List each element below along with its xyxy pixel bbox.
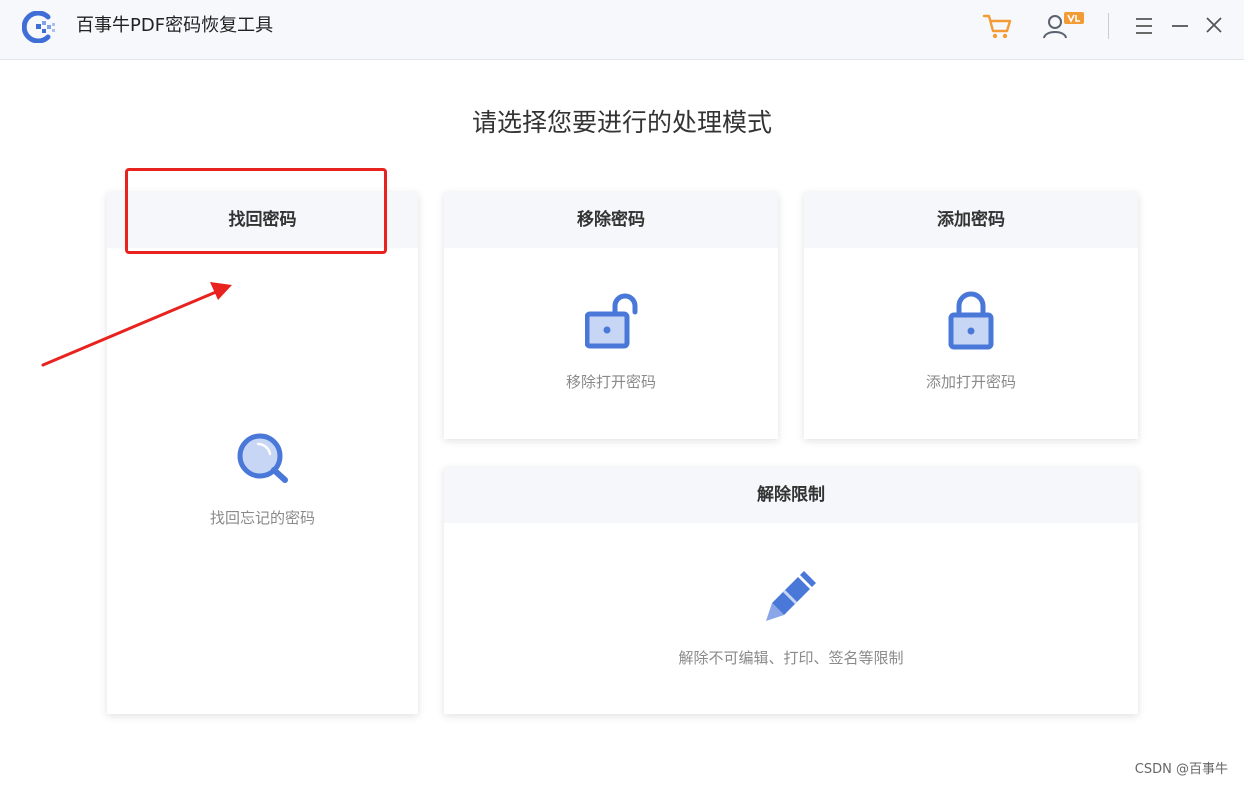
- menu-icon[interactable]: [1134, 10, 1154, 42]
- mode-card-title: 解除限制: [444, 467, 1138, 523]
- mode-card-add[interactable]: 添加密码 添加打开密码: [804, 192, 1138, 439]
- pencil-icon: [766, 571, 816, 621]
- mode-card-title: 添加密码: [804, 192, 1138, 248]
- app-title: 百事牛PDF密码恢复工具: [76, 15, 274, 36]
- watermark: CSDN @百事牛: [1134, 762, 1228, 777]
- mode-card-unrestrict[interactable]: 解除限制 解除不可编辑、打印、签名等限制: [444, 467, 1138, 714]
- mode-card-recover[interactable]: 找回密码 找回忘记的密码: [107, 192, 418, 714]
- lock-icon: [948, 291, 994, 350]
- mode-card-description: 找回忘记的密码: [209, 509, 315, 527]
- mode-card-remove[interactable]: 移除密码 移除打开密码: [444, 192, 778, 439]
- page-heading: 请选择您要进行的处理模式: [471, 108, 772, 137]
- toolbar-divider: [1108, 13, 1109, 39]
- app-logo-icon: [22, 11, 55, 43]
- cart-icon[interactable]: [980, 10, 1014, 42]
- user-vip-icon[interactable]: [1040, 10, 1086, 42]
- minimize-icon[interactable]: [1170, 10, 1190, 42]
- annotation-arrow: [41, 282, 232, 367]
- unlock-icon: [585, 293, 638, 349]
- mode-card-description: 移除打开密码: [565, 373, 656, 391]
- mode-card-description: 添加打开密码: [925, 373, 1016, 391]
- search-icon: [237, 433, 288, 483]
- highlight-box: [125, 168, 387, 254]
- mode-card-title: 移除密码: [444, 192, 778, 248]
- title-bar: 百事牛PDF密码恢复工具: [0, 0, 1244, 60]
- close-icon[interactable]: [1204, 10, 1224, 42]
- mode-card-description: 解除不可编辑、打印、签名等限制: [678, 649, 904, 667]
